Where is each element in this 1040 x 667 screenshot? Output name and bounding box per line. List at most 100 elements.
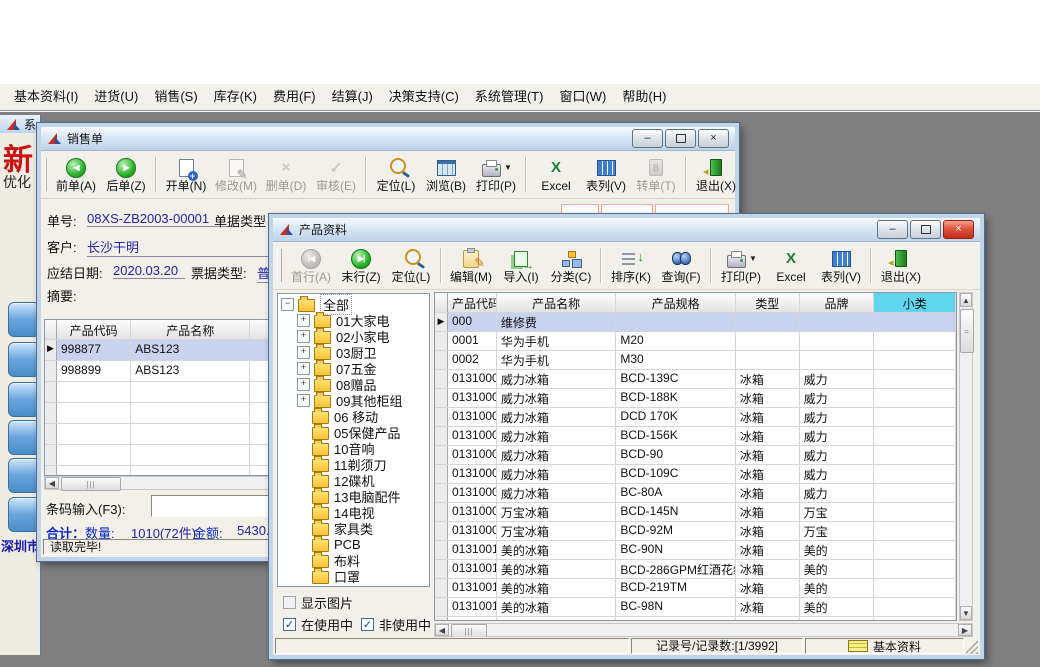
- products-exit-button[interactable]: 退出(X): [876, 244, 926, 287]
- due-date-value[interactable]: 2020.03.20: [113, 263, 185, 279]
- in-use-filter[interactable]: ✓ 在使用中: [283, 615, 353, 634]
- row-selector[interactable]: [435, 579, 448, 597]
- products-locate-button[interactable]: 定位(L): [386, 244, 436, 287]
- menu-item-8[interactable]: 系统管理(T): [467, 84, 552, 110]
- sales-window-close-button[interactable]: ×: [698, 129, 729, 148]
- row-selector[interactable]: ▶: [45, 340, 57, 360]
- sales-locate-button[interactable]: 定位(L): [371, 153, 421, 196]
- row-selector[interactable]: [435, 465, 448, 483]
- menu-item-9[interactable]: 窗口(W): [551, 84, 614, 110]
- sidebar-shortcut-button-4[interactable]: [8, 420, 40, 455]
- products-table-header-6[interactable]: 小类: [874, 293, 956, 312]
- products-table-row-11[interactable]: 01310008万宝冰箱BCD-145N冰箱万宝: [435, 503, 956, 522]
- products-last-row-button[interactable]: ▶|末行(Z): [336, 244, 386, 287]
- menu-item-3[interactable]: 销售(S): [146, 84, 205, 110]
- products-table-header-3[interactable]: 产品规格: [616, 293, 736, 312]
- row-selector[interactable]: [435, 522, 448, 540]
- row-selector[interactable]: [435, 351, 448, 369]
- sidebar-shortcut-button-6[interactable]: [8, 497, 40, 532]
- row-selector[interactable]: [435, 427, 448, 445]
- products-excel-button[interactable]: XExcel: [766, 244, 816, 287]
- sales-browse-button[interactable]: 浏览(B): [421, 153, 471, 196]
- sales-excel-button[interactable]: XExcel: [531, 153, 581, 196]
- products-table-row-15[interactable]: 01310012美的冰箱BCD-219TM冰箱美的: [435, 579, 956, 598]
- row-selector[interactable]: [435, 332, 448, 350]
- products-table-vscrollbar[interactable]: ▲ = ▼: [959, 292, 973, 621]
- products-columns-button[interactable]: 表列(V): [816, 244, 866, 287]
- show-image-checkbox[interactable]: [283, 596, 296, 609]
- resize-grip[interactable]: [966, 638, 978, 654]
- row-selector[interactable]: [435, 370, 448, 388]
- products-table-row-12[interactable]: 01310009万宝冰箱BCD-92M冰箱万宝: [435, 522, 956, 541]
- products-window-maximize-button[interactable]: [910, 220, 941, 239]
- menu-item-10[interactable]: 帮助(H): [614, 84, 674, 110]
- scroll-thumb[interactable]: |||: [61, 477, 121, 491]
- menu-item-5[interactable]: 费用(F): [265, 84, 324, 110]
- products-table-row-6[interactable]: 01310003威力冰箱DCD 170K冰箱威力: [435, 408, 956, 427]
- menu-item-6[interactable]: 结算(J): [324, 84, 381, 110]
- products-table-row-14[interactable]: 01310011美的冰箱BCD-286GPM红酒花纹冰箱美的: [435, 560, 956, 579]
- sales-exit-button[interactable]: 退出(X): [691, 153, 741, 196]
- row-selector[interactable]: [45, 361, 57, 381]
- products-table-hscrollbar[interactable]: ◀ ||| ▶: [434, 623, 973, 637]
- scroll-left-icon[interactable]: ◀: [45, 477, 59, 489]
- products-table-row-16[interactable]: 01310013美的冰箱BC-98N冰箱美的: [435, 598, 956, 617]
- scroll-right-icon[interactable]: ▶: [958, 624, 972, 636]
- show-image-filter[interactable]: 显示图片: [283, 593, 353, 612]
- products-table-row-1[interactable]: ▶000维修费: [435, 313, 956, 332]
- sales-print-dropdown-icon[interactable]: ▼: [504, 163, 512, 172]
- scroll-left-icon[interactable]: ◀: [435, 624, 449, 636]
- row-selector[interactable]: [435, 617, 448, 621]
- products-table-row-2[interactable]: 0001华为手机M20: [435, 332, 956, 351]
- expand-icon[interactable]: +: [297, 330, 310, 343]
- expand-icon[interactable]: +: [297, 314, 310, 327]
- tree-item-14[interactable]: 家具类: [278, 520, 429, 536]
- row-selector[interactable]: [45, 445, 57, 465]
- row-selector[interactable]: [45, 466, 57, 476]
- expand-icon[interactable]: +: [297, 394, 310, 407]
- sales-next-order-button[interactable]: ▶后单(Z): [101, 153, 151, 196]
- menu-item-4[interactable]: 库存(K): [206, 84, 265, 110]
- products-table-row-9[interactable]: 01310006威力冰箱BCD-109C冰箱威力: [435, 465, 956, 484]
- products-table-row-3[interactable]: 0002华为手机M30: [435, 351, 956, 370]
- row-selector[interactable]: [435, 408, 448, 426]
- scroll-up-icon[interactable]: ▲: [960, 293, 972, 307]
- sales-new-order-button[interactable]: +开单(N): [161, 153, 211, 196]
- products-table-row-5[interactable]: 01310002威力冰箱BCD-188K冰箱威力: [435, 389, 956, 408]
- customer-value[interactable]: 长沙干明: [87, 237, 269, 257]
- row-selector[interactable]: [45, 403, 57, 423]
- sales-columns-button[interactable]: 表列(V): [581, 153, 631, 196]
- expand-icon[interactable]: +: [297, 362, 310, 375]
- row-selector[interactable]: [435, 560, 448, 578]
- row-selector[interactable]: [435, 446, 448, 464]
- products-category-button[interactable]: 分类(C): [546, 244, 596, 287]
- expand-icon[interactable]: +: [297, 346, 310, 359]
- row-selector[interactable]: [45, 382, 57, 402]
- sales-print-button[interactable]: ▼打印(P): [471, 153, 521, 196]
- sales-grid-header-2[interactable]: 产品名称: [131, 320, 250, 339]
- products-window-minimize-button[interactable]: –: [877, 220, 908, 239]
- row-selector[interactable]: [435, 541, 448, 559]
- expand-icon[interactable]: +: [297, 378, 310, 391]
- products-table-row-10[interactable]: 01310007威力冰箱BC-80A冰箱威力: [435, 484, 956, 503]
- products-drag-handle[interactable]: [277, 249, 282, 282]
- in-use-checkbox[interactable]: ✓: [283, 618, 296, 631]
- sales-prev-order-button[interactable]: ◀前单(A): [51, 153, 101, 196]
- scroll-thumb[interactable]: =: [960, 309, 974, 353]
- products-table-row-4[interactable]: 01310001威力冰箱BCD-139C冰箱威力: [435, 370, 956, 389]
- tree-item-17[interactable]: 口罩: [278, 568, 429, 584]
- collapse-icon[interactable]: −: [281, 298, 294, 311]
- products-window-titlebar[interactable]: 产品资料 –×: [273, 218, 980, 242]
- products-window-close-button[interactable]: ×: [943, 220, 974, 239]
- not-in-use-checkbox[interactable]: ✓: [361, 618, 374, 631]
- products-query-button[interactable]: 查询(F): [656, 244, 706, 287]
- sidebar-shortcut-button-3[interactable]: [8, 382, 40, 417]
- menu-item-1[interactable]: 基本资料(I): [6, 84, 86, 110]
- sales-drag-handle[interactable]: [45, 158, 47, 191]
- products-table-header-1[interactable]: 产品代码: [448, 293, 497, 312]
- sidebar-shortcut-button-5[interactable]: [8, 458, 40, 493]
- sales-grid-header-1[interactable]: 产品代码: [57, 320, 131, 339]
- menu-item-7[interactable]: 决策支持(C): [381, 84, 467, 110]
- products-import-button[interactable]: 导入(I): [496, 244, 546, 287]
- scroll-down-icon[interactable]: ▼: [960, 606, 972, 620]
